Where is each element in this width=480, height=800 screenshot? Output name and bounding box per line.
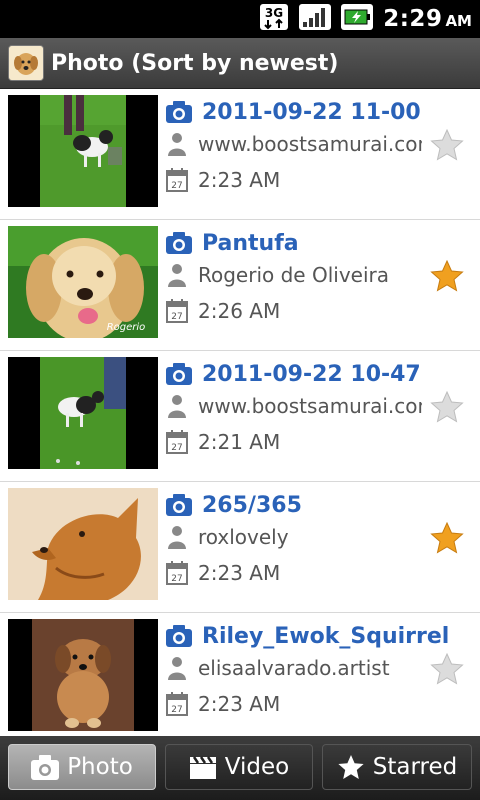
person-icon — [166, 525, 188, 549]
calendar-icon: 27 — [166, 561, 188, 585]
camera-icon — [166, 232, 192, 254]
list-item[interactable]: 2011-09-22 11-00 www.boostsamurai.com 27… — [0, 89, 480, 220]
camera-icon — [166, 625, 192, 647]
camera-icon — [166, 494, 192, 516]
camera-icon — [166, 363, 192, 385]
photo-thumbnail — [8, 357, 158, 469]
svg-text:27: 27 — [171, 705, 182, 715]
star-toggle[interactable] — [430, 259, 464, 292]
photo-thumbnail — [8, 619, 158, 731]
clock: 2:29 AM — [383, 6, 472, 32]
list-item[interactable]: Rogerio Pantufa Rogerio de Oliveira 27 2… — [0, 220, 480, 351]
photo-thumbnail — [8, 488, 158, 600]
photo-time: 2:23 AM — [198, 561, 281, 585]
title-bar: Photo (Sort by newest) — [0, 38, 480, 89]
photo-author: Rogerio de Oliveira — [198, 263, 389, 287]
svg-text:27: 27 — [171, 574, 182, 584]
tab-video[interactable]: Video — [165, 744, 313, 790]
star-toggle[interactable] — [430, 521, 464, 554]
star-toggle[interactable] — [430, 652, 464, 685]
photo-author: www.boostsamurai.com — [198, 132, 422, 156]
tab-photo-label: Photo — [67, 754, 133, 780]
camera-icon — [31, 754, 60, 780]
svg-text:Rogerio: Rogerio — [107, 322, 146, 333]
photo-time: 2:26 AM — [198, 299, 281, 323]
photo-list[interactable]: 2011-09-22 11-00 www.boostsamurai.com 27… — [0, 89, 480, 736]
photo-title: 2011-09-22 11-00 — [202, 99, 421, 125]
star-toggle[interactable] — [430, 390, 464, 423]
app-icon — [8, 45, 44, 81]
photo-title: Pantufa — [202, 230, 299, 256]
person-icon — [166, 132, 188, 156]
svg-text:27: 27 — [171, 181, 182, 191]
photo-title: Riley_Ewok_Squirrel — [202, 623, 450, 649]
network-3g-icon: 3G — [259, 2, 289, 36]
photo-time: 2:21 AM — [198, 430, 281, 454]
photo-thumbnail — [8, 95, 158, 207]
svg-text:27: 27 — [171, 443, 182, 453]
list-item[interactable]: 2011-09-22 10-47 www.boostsamurai.com 27… — [0, 351, 480, 482]
photo-thumbnail: Rogerio — [8, 226, 158, 338]
list-item[interactable]: Riley_Ewok_Squirrel elisaalvarado.artist… — [0, 613, 480, 736]
photo-time: 2:23 AM — [198, 168, 281, 192]
tab-photo[interactable]: Photo — [8, 744, 156, 790]
person-icon — [166, 263, 188, 287]
tab-video-label: Video — [224, 754, 290, 780]
calendar-icon: 27 — [166, 168, 188, 192]
person-icon — [166, 394, 188, 418]
camera-icon — [166, 101, 192, 123]
status-bar: 3G 2:29 AM — [0, 0, 480, 38]
clapperboard-icon — [189, 754, 217, 780]
signal-strength-icon — [299, 2, 332, 36]
svg-text:27: 27 — [171, 312, 182, 322]
calendar-icon: 27 — [166, 430, 188, 454]
star-icon — [337, 754, 365, 780]
battery-charging-icon — [341, 2, 374, 36]
page-title: Photo (Sort by newest) — [51, 50, 339, 76]
calendar-icon: 27 — [166, 692, 188, 716]
photo-author: elisaalvarado.artist — [198, 656, 390, 680]
calendar-icon: 27 — [166, 299, 188, 323]
star-toggle[interactable] — [430, 128, 464, 161]
tab-starred[interactable]: Starred — [322, 744, 472, 790]
photo-author: www.boostsamurai.com — [198, 394, 422, 418]
svg-text:3G: 3G — [265, 6, 283, 20]
tab-starred-label: Starred — [372, 754, 458, 780]
photo-title: 265/365 — [202, 492, 302, 518]
bottom-tab-bar: Photo Video Starred — [0, 736, 480, 800]
list-item[interactable]: 265/365 roxlovely 27 2:23 AM — [0, 482, 480, 613]
photo-time: 2:23 AM — [198, 692, 281, 716]
photo-author: roxlovely — [198, 525, 289, 549]
photo-title: 2011-09-22 10-47 — [202, 361, 421, 387]
person-icon — [166, 656, 188, 680]
